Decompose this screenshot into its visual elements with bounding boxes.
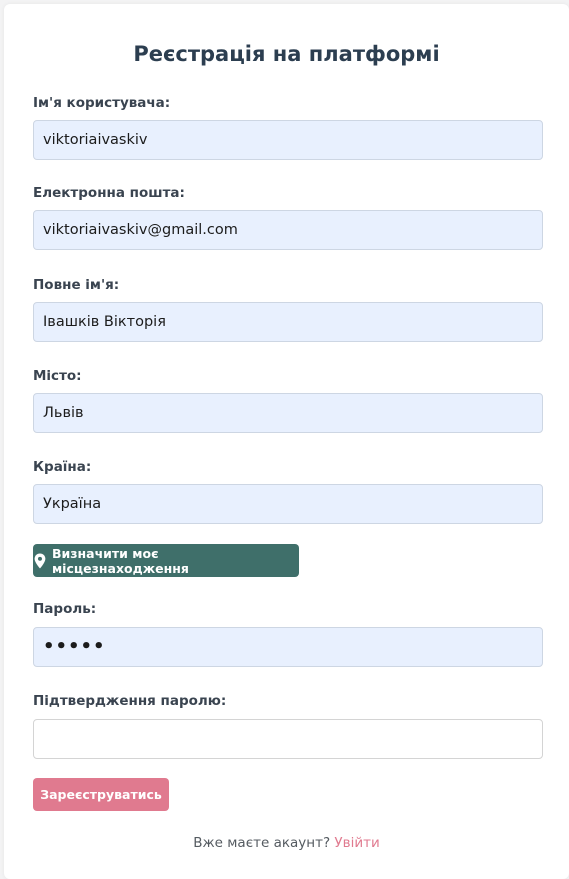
detect-location-label: Визначити моє місцезнаходження [51,545,189,576]
registration-card: Реєстрація на платформі Ім'я користувача… [4,4,569,879]
detect-location-button[interactable]: Визначити моє місцезнаходження [33,544,299,577]
city-label: Місто: [33,368,82,384]
map-pin-icon [34,553,46,568]
country-field[interactable]: Україна [33,484,543,524]
password-confirm-field[interactable] [33,719,543,759]
login-prompt-text: Вже маєте акаунт? [193,835,331,851]
email-label: Електронна пошта: [33,185,185,201]
register-button[interactable]: Зареєструватись [33,778,169,811]
country-label: Країна: [33,459,92,475]
username-label: Ім'я користувача: [33,95,171,111]
page-title: Реєстрація на платформі [133,42,440,66]
password-field[interactable]: ••••• [33,627,543,667]
full-name-label: Повне ім'я: [33,277,120,293]
full-name-field[interactable]: Івашків Вікторія [33,302,543,342]
password-confirm-label: Підтвердження паролю: [33,693,227,709]
username-field[interactable]: viktoriaivaskiv [33,120,543,160]
city-field[interactable]: Львів [33,393,543,433]
email-field[interactable]: viktoriaivaskiv@gmail.com [33,210,543,250]
login-prompt: Вже маєте акаунт? Увійти [4,835,569,851]
login-link[interactable]: Увійти [334,835,379,851]
password-label: Пароль: [33,601,97,617]
